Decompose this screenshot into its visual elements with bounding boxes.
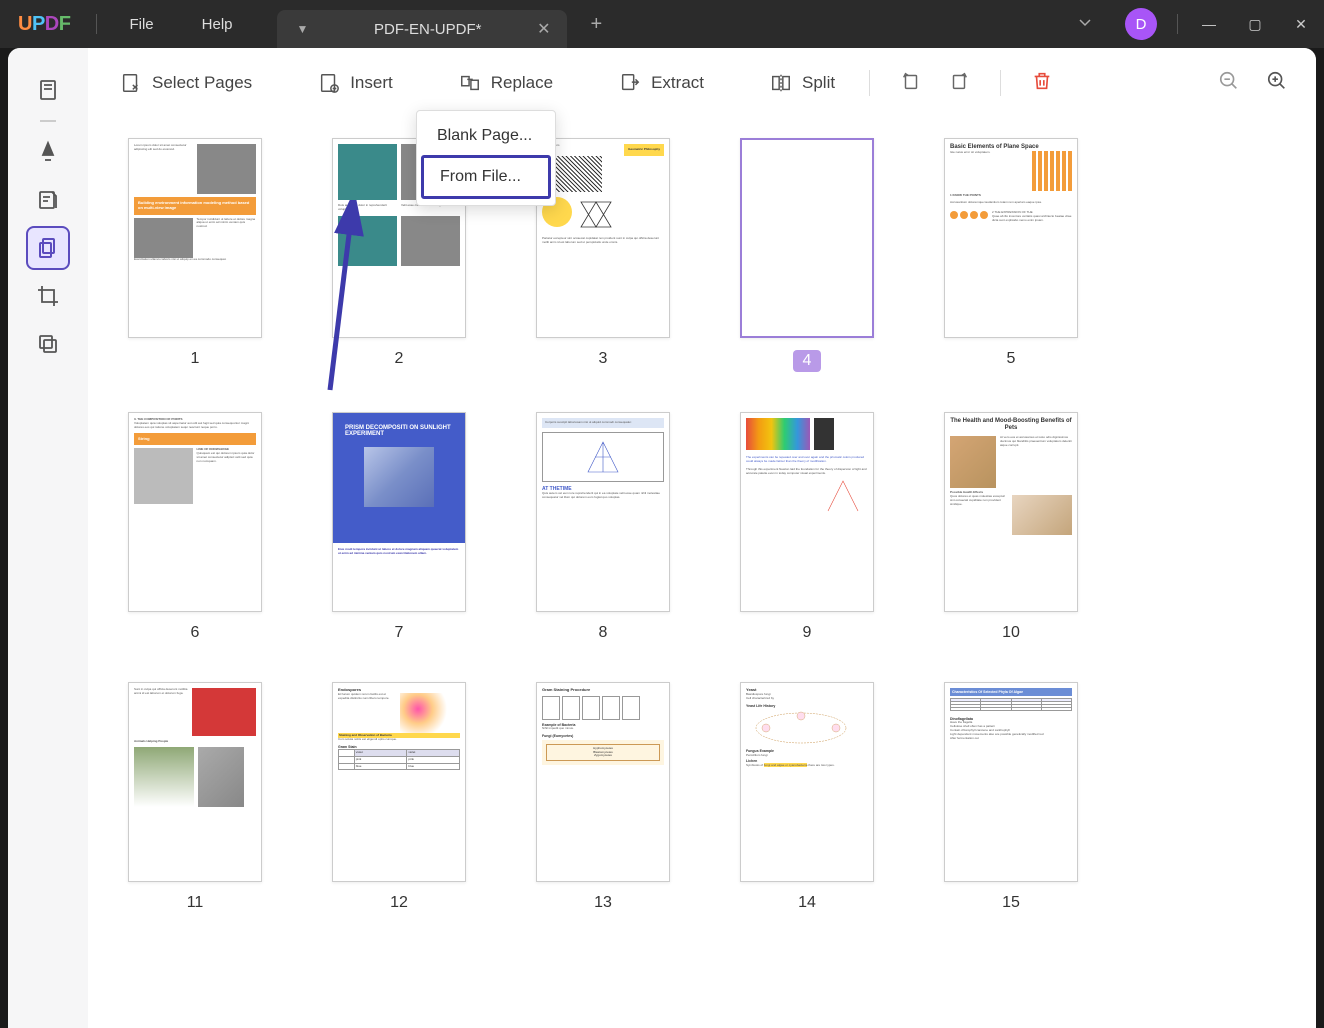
window-minimize-button[interactable]: — bbox=[1186, 16, 1232, 32]
menu-help[interactable]: Help bbox=[178, 16, 257, 33]
page-number: 13 bbox=[594, 894, 612, 912]
select-pages-button[interactable]: Select Pages bbox=[106, 64, 266, 102]
divider bbox=[40, 120, 56, 122]
window-maximize-button[interactable]: ▢ bbox=[1232, 16, 1278, 33]
page-number: 6 bbox=[191, 624, 200, 642]
page-thumbnail[interactable]: Characteristics Of Selected Phyla Of Alg… bbox=[944, 682, 1078, 912]
main-area: Select Pages Insert Replace Extract Spli… bbox=[88, 48, 1316, 1028]
page-grid: Lorem ipsum dolor sit amet consectetur a… bbox=[88, 118, 1316, 1028]
tab-close-icon[interactable]: ✕ bbox=[537, 19, 550, 39]
page-thumbnail[interactable]: Sunt in culpa qui officia deserunt molli… bbox=[128, 682, 262, 912]
page-number: 11 bbox=[187, 894, 204, 912]
dropdown-blank-page[interactable]: Blank Page... bbox=[421, 117, 551, 155]
rotate-left-button[interactable] bbox=[890, 62, 932, 105]
new-tab-button[interactable]: + bbox=[567, 13, 627, 36]
split-label: Split bbox=[802, 73, 835, 93]
page-thumbnail[interactable]: The experiments can be repeated over and… bbox=[740, 412, 874, 642]
delete-button[interactable] bbox=[1021, 62, 1063, 105]
page-number: 4 bbox=[793, 350, 822, 372]
page-number: 14 bbox=[798, 894, 816, 912]
replace-label: Replace bbox=[491, 73, 553, 93]
page-number: 9 bbox=[803, 624, 812, 642]
sidebar bbox=[8, 48, 88, 1028]
divider bbox=[869, 70, 870, 96]
tab-title: PDF-EN-UPDF* bbox=[348, 21, 507, 38]
divider bbox=[96, 14, 97, 34]
page-thumbnail[interactable]: Lorem ipsum dolor sit amet consectetur a… bbox=[128, 138, 262, 372]
divider bbox=[1177, 14, 1178, 34]
user-avatar[interactable]: D bbox=[1125, 8, 1157, 40]
dropdown-from-file[interactable]: From File... bbox=[421, 155, 551, 199]
divider bbox=[1000, 70, 1001, 96]
page-number: 7 bbox=[395, 624, 404, 642]
insert-button[interactable]: Insert bbox=[304, 64, 407, 102]
rotate-right-button[interactable] bbox=[938, 62, 980, 105]
zoom-in-button[interactable] bbox=[1256, 62, 1298, 105]
page-number: 10 bbox=[1002, 624, 1020, 642]
sidebar-highlight[interactable] bbox=[26, 130, 70, 174]
replace-button[interactable]: Replace bbox=[445, 64, 567, 102]
page-thumbnail[interactable]: 3. THE COMPOSITION OF POINTS Voluptatem … bbox=[128, 412, 262, 642]
sidebar-crop[interactable] bbox=[26, 274, 70, 318]
window-close-button[interactable]: ✕ bbox=[1278, 16, 1324, 33]
page-number: 3 bbox=[599, 350, 608, 368]
menu-file[interactable]: File bbox=[105, 16, 177, 33]
page-number: 2 bbox=[395, 350, 404, 368]
page-thumbnail[interactable]: The Health and Mood-Boosting Benefits of… bbox=[944, 412, 1078, 642]
page-thumbnail[interactable]: 4 bbox=[740, 138, 874, 372]
sidebar-pages[interactable] bbox=[26, 226, 70, 270]
sidebar-layers[interactable] bbox=[26, 322, 70, 366]
page-thumbnail[interactable]: Endospores Et harum quidem rerum facilis… bbox=[332, 682, 466, 912]
page-number: 12 bbox=[390, 894, 408, 912]
page-thumbnail[interactable]: Basic Elements of Plane Space Iste natus… bbox=[944, 138, 1078, 372]
page-thumbnail[interactable]: Lorem ipsumGeometric Philosophy Pariatur… bbox=[536, 138, 670, 372]
tab-dropdown-icon[interactable]: ▼ bbox=[297, 22, 309, 36]
insert-dropdown: Blank Page... From File... bbox=[416, 110, 556, 206]
page-thumbnail[interactable]: Gram Staining Procedure Example of Bacte… bbox=[536, 682, 670, 912]
page-number: 5 bbox=[1007, 350, 1016, 368]
extract-button[interactable]: Extract bbox=[605, 64, 718, 102]
page-thumbnail[interactable]: PRISM DECOMPOSITI ON SUNLIGHT EXPERIMENT… bbox=[332, 412, 466, 642]
extract-label: Extract bbox=[651, 73, 704, 93]
document-tab[interactable]: ▼ PDF-EN-UPDF* ✕ bbox=[277, 10, 567, 48]
page-thumbnail[interactable]: Yeast Basidiospore fungiCell characteriz… bbox=[740, 682, 874, 912]
sidebar-reader[interactable] bbox=[26, 68, 70, 112]
page-thumbnail[interactable]: Corporis suscipit laboriosam nisi ut ali… bbox=[536, 412, 670, 642]
select-pages-label: Select Pages bbox=[152, 73, 252, 93]
page-number: 8 bbox=[599, 624, 608, 642]
split-button[interactable]: Split bbox=[756, 64, 849, 102]
window-dropdown-icon[interactable] bbox=[1057, 14, 1113, 35]
titlebar: UPDF File Help ▼ PDF-EN-UPDF* ✕ + D — ▢ … bbox=[0, 0, 1324, 48]
insert-label: Insert bbox=[350, 73, 393, 93]
zoom-out-button[interactable] bbox=[1208, 62, 1250, 105]
workspace: Select Pages Insert Replace Extract Spli… bbox=[8, 48, 1316, 1028]
toolbar: Select Pages Insert Replace Extract Spli… bbox=[88, 48, 1316, 118]
page-number: 15 bbox=[1002, 894, 1020, 912]
sidebar-comment[interactable] bbox=[26, 178, 70, 222]
app-logo: UPDF bbox=[0, 13, 88, 36]
page-number: 1 bbox=[191, 350, 200, 368]
